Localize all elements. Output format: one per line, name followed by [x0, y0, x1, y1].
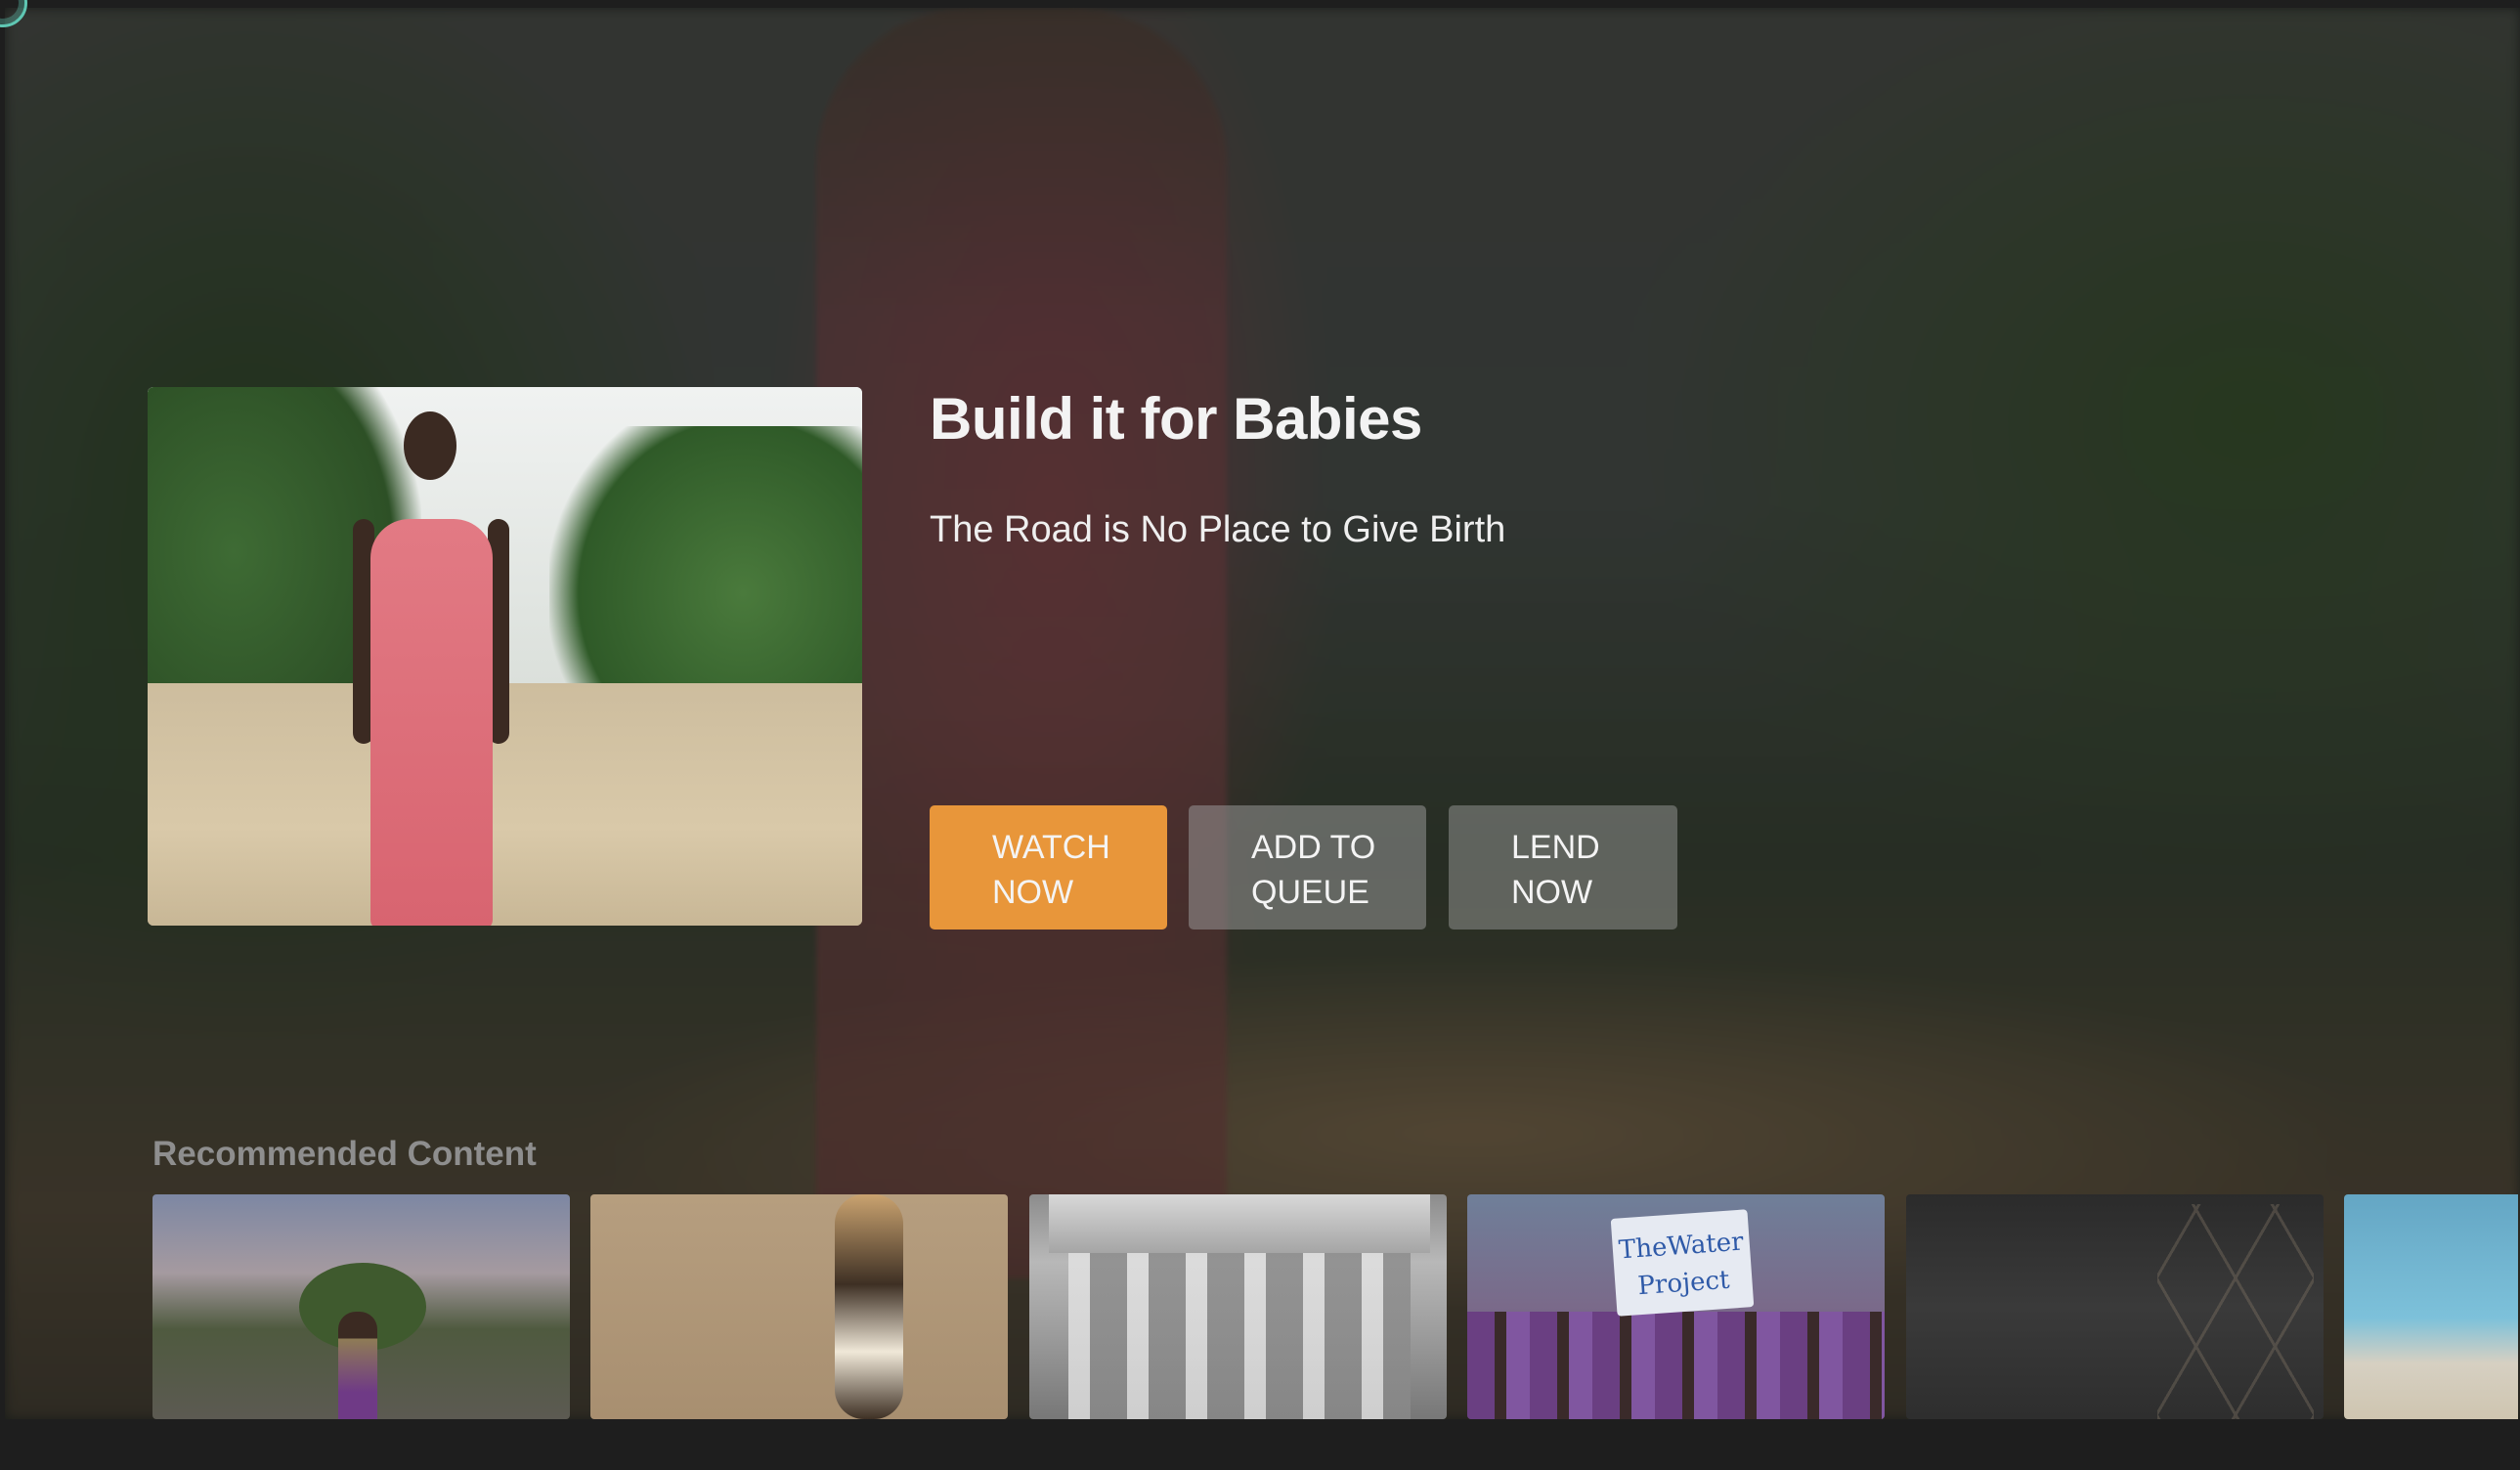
add-to-queue-label-line1: ADD TO: [1251, 829, 1376, 866]
watch-now-label-line2: NOW: [992, 874, 1074, 911]
recommended-thumbnail[interactable]: [152, 1194, 570, 1419]
bottom-bar: [0, 1419, 2520, 1470]
content-title: Build it for Babies: [930, 386, 1422, 452]
watch-now-button[interactable]: WATCH NOW: [930, 805, 1167, 930]
hero-poster-image: [148, 387, 862, 926]
lend-now-label-line2: NOW: [1511, 874, 1593, 911]
banner-line2: Project: [1636, 1265, 1731, 1302]
add-to-queue-button[interactable]: ADD TO QUEUE: [1189, 805, 1426, 930]
hero-figure: [353, 411, 509, 926]
recommended-row: TheWater Project: [152, 1194, 2518, 1419]
recommended-thumbnail[interactable]: TheWater Project: [1467, 1194, 1885, 1419]
lend-now-button[interactable]: LEND NOW: [1449, 805, 1677, 930]
content-subtitle: The Road is No Place to Give Birth: [930, 509, 1506, 550]
recommended-thumbnail[interactable]: [590, 1194, 1008, 1419]
lend-now-label-line1: LEND: [1511, 829, 1600, 866]
watch-now-label-line1: WATCH: [992, 829, 1110, 866]
recommended-section-title: Recommended Content: [152, 1135, 537, 1173]
recommended-thumbnail[interactable]: [1029, 1194, 1447, 1419]
recommended-thumbnail[interactable]: [1906, 1194, 2324, 1419]
water-project-banner: TheWater Project: [1610, 1209, 1755, 1317]
banner-line1: TheWater: [1618, 1227, 1745, 1266]
recommended-thumbnail[interactable]: [2344, 1194, 2518, 1419]
add-to-queue-label-line2: QUEUE: [1251, 874, 1369, 911]
